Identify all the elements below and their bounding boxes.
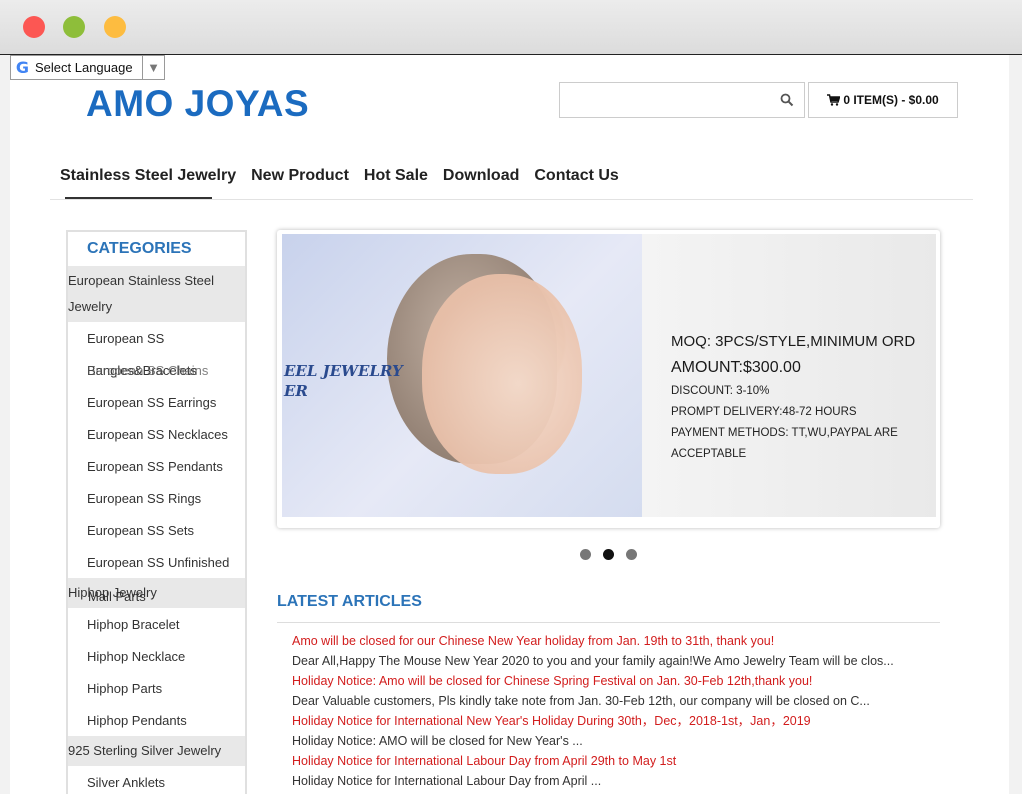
banner-left-text: EEL JEWELRY ER — [284, 361, 403, 401]
banner-delivery: PROMPT DELIVERY:48-72 HOURS — [671, 406, 857, 418]
banner-left-text-line: ER — [284, 382, 308, 400]
slider-dot-active[interactable] — [603, 549, 614, 560]
window-titlebar — [0, 0, 1022, 55]
category-item[interactable]: Bangles&Bracelets European SS Chains — [68, 354, 245, 386]
search-input[interactable] — [560, 83, 770, 117]
banner-amount-line: AMOUNT:$300.00 — [671, 359, 801, 376]
category-item[interactable]: European SS Sets — [68, 514, 245, 546]
nav-divider — [50, 199, 973, 200]
article-title-link[interactable]: Amo will be closed for our Chinese New Y… — [292, 631, 942, 651]
banner-model-photo: EEL JEWELRY ER — [282, 234, 642, 517]
close-window-button[interactable] — [23, 16, 45, 38]
banner-left-text-line: EEL JEWELRY — [284, 362, 403, 380]
banner-slider[interactable]: EEL JEWELRY ER MOQ: 3PCS/STYLE,MINIMUM O… — [277, 230, 940, 528]
latest-articles-title: LATEST ARTICLES — [277, 593, 422, 610]
search-icon[interactable] — [780, 93, 794, 107]
search-box — [559, 82, 805, 118]
category-item[interactable]: European SS Pendants — [68, 450, 245, 482]
banner-info-panel: MOQ: 3PCS/STYLE,MINIMUM ORD AMOUNT:$300.… — [642, 234, 936, 517]
category-item[interactable]: Hiphop Necklace — [68, 640, 245, 672]
latest-articles-divider — [277, 622, 940, 623]
banner-moq-line: MOQ: 3PCS/STYLE,MINIMUM ORD — [671, 333, 916, 350]
language-selector[interactable]: G Select Language ▼ — [10, 55, 165, 80]
article-title-link[interactable]: Holiday Notice: Amo will be closed for C… — [292, 671, 942, 691]
category-item[interactable]: European SS Unfinished — [68, 546, 245, 578]
model-face-shape — [422, 274, 582, 474]
article-title-link[interactable]: Holiday Notice for International Labour … — [292, 751, 942, 771]
banner-moq: MOQ: 3PCS/STYLE,MINIMUM ORD AMOUNT:$300.… — [671, 329, 915, 381]
cart-button[interactable]: 0 ITEM(S) - $0.00 — [808, 82, 958, 118]
main-nav: Stainless Steel Jewelry New Product Hot … — [60, 167, 619, 191]
article-summary: Dear All,Happy The Mouse New Year 2020 t… — [292, 654, 894, 668]
category-item[interactable]: Silver Anklets — [68, 766, 245, 794]
web-page: G Select Language ▼ AMO JOYAS 0 ITEM(S) … — [10, 55, 1009, 794]
categories-sidebar: CATEGORIES European Stainless Steel Jewe… — [66, 230, 247, 794]
category-group-silver[interactable]: 925 Sterling Silver Jewelry — [68, 736, 245, 766]
category-item-overlap-label: European SS Chains — [87, 362, 209, 378]
nav-contact-us[interactable]: Contact Us — [534, 167, 618, 191]
dropdown-arrow-icon[interactable]: ▼ — [142, 56, 164, 79]
category-item[interactable]: European SS — [68, 322, 245, 354]
nav-hot-sale[interactable]: Hot Sale — [364, 167, 428, 191]
banner-terms: DISCOUNT: 3-10% PROMPT DELIVERY:48-72 HO… — [671, 381, 931, 465]
language-selector-label: Select Language — [35, 60, 133, 75]
category-group-overlap-label: Mall Parts — [88, 589, 146, 604]
article-title-link[interactable]: Holiday Notice for International New Yea… — [292, 711, 942, 731]
nav-download[interactable]: Download — [443, 167, 519, 191]
article-summary: Dear Valuable customers, Pls kindly take… — [292, 694, 870, 708]
site-logo[interactable]: AMO JOYAS — [86, 83, 309, 125]
article-summary: Holiday Notice for International Labour … — [292, 774, 602, 788]
article-summary: Holiday Notice: AMO will be closed for N… — [292, 734, 583, 748]
categories-title: CATEGORIES — [87, 240, 192, 257]
minimize-window-button[interactable] — [63, 16, 85, 38]
nav-new-product[interactable]: New Product — [251, 167, 349, 191]
articles-list: Amo will be closed for our Chinese New Y… — [292, 631, 942, 791]
category-item[interactable]: European SS Earrings — [68, 386, 245, 418]
banner-discount: DISCOUNT: 3-10% — [671, 385, 770, 397]
category-item[interactable]: Hiphop Parts — [68, 672, 245, 704]
nav-stainless-steel-jewelry[interactable]: Stainless Steel Jewelry — [60, 167, 236, 191]
category-item[interactable]: Hiphop Pendants — [68, 704, 245, 736]
category-group-hiphop[interactable]: Hiphop Jewelry Mall Parts — [68, 578, 245, 608]
cart-icon — [827, 94, 841, 106]
slider-dot[interactable] — [580, 549, 591, 560]
category-group-european[interactable]: European Stainless Steel Jewelry — [68, 266, 245, 322]
slider-pagination — [580, 549, 637, 560]
banner-payment: PAYMENT METHODS: TT,WU,PAYPAL ARE ACCEPT… — [671, 427, 898, 460]
category-item[interactable]: Hiphop Bracelet — [68, 608, 245, 640]
google-icon: G — [15, 58, 30, 77]
category-item[interactable]: European SS Rings — [68, 482, 245, 514]
cart-label: 0 ITEM(S) - $0.00 — [843, 93, 939, 107]
slider-dot[interactable] — [626, 549, 637, 560]
banner-slide[interactable]: EEL JEWELRY ER MOQ: 3PCS/STYLE,MINIMUM O… — [282, 234, 936, 517]
maximize-window-button[interactable] — [104, 16, 126, 38]
category-item[interactable]: European SS Necklaces — [68, 418, 245, 450]
